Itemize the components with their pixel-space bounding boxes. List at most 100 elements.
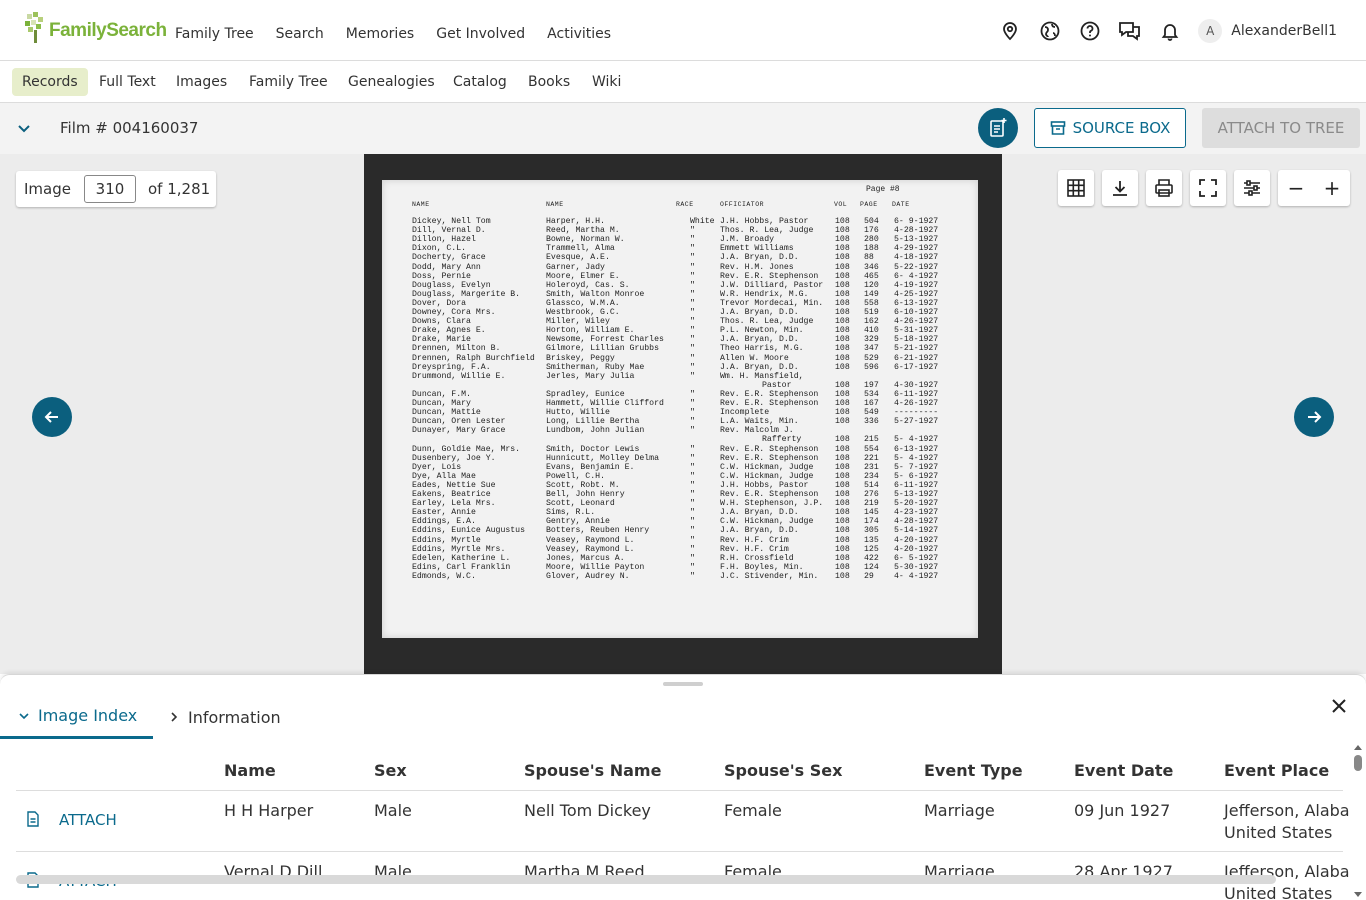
grid-icon (1067, 179, 1085, 197)
adjust-button[interactable] (1234, 170, 1270, 206)
source-box-label: SOURCE BOX (1072, 119, 1171, 137)
record-cell: Hammett, Willie Clifford (546, 399, 664, 408)
close-panel-button[interactable] (1330, 697, 1348, 719)
nav-search[interactable]: Search (276, 26, 324, 42)
chevron-down-icon[interactable] (16, 121, 32, 141)
col-name[interactable]: Name (224, 761, 276, 780)
record-cell: Veasey, Raymond L. (546, 535, 635, 545)
cell-spouse-sex: Female (724, 801, 782, 820)
film-image[interactable]: Page #8 NAME NAME RACE OFFICIATOR VOL PA… (364, 154, 1002, 674)
fullscreen-button[interactable] (1190, 170, 1226, 206)
cell-event-type: Marriage (924, 801, 995, 820)
cell-sex: Male (374, 801, 412, 820)
subnav-images[interactable]: Images (166, 68, 237, 96)
subnav-books[interactable]: Books (518, 68, 580, 96)
globe-icon[interactable] (1030, 11, 1070, 51)
record-cell: 108 (835, 435, 850, 445)
col-sex[interactable]: Sex (374, 761, 407, 780)
record-cell: 108 (835, 490, 850, 499)
record-cell: Eddins, Myrtle (412, 535, 481, 545)
subnav-wiki[interactable]: Wiki (582, 68, 631, 96)
chevron-right-icon (171, 712, 178, 722)
subnav-full-text[interactable]: Full Text (89, 68, 166, 96)
record-cell: Drennen, Milton B. (412, 344, 501, 354)
image-number-input[interactable]: 310 (84, 175, 136, 203)
zoom-out-button[interactable]: − (1288, 176, 1305, 200)
record-cell: 4- 4-1927 (894, 571, 939, 581)
record-row: Dunayer, Mary Grace Lundbom, John Julian "… (382, 426, 978, 435)
record-cell: 108 (835, 535, 850, 545)
subnav-catalog[interactable]: Catalog (443, 68, 517, 96)
chat-icon[interactable] (1110, 11, 1150, 51)
zoom-in-button[interactable]: + (1324, 176, 1341, 200)
horizontal-scrollbar[interactable] (16, 875, 1276, 884)
attach-to-tree-button[interactable]: ATTACH TO TREE (1202, 108, 1360, 148)
familysearch-logo[interactable]: FamilySearch (24, 12, 167, 44)
record-cell: 108 (835, 480, 850, 490)
next-image-button[interactable] (1294, 397, 1334, 437)
nav-memories[interactable]: Memories (346, 26, 414, 42)
film-title: Film # 004160037 (60, 119, 199, 137)
nav-family-tree[interactable]: Family Tree (175, 26, 254, 42)
username[interactable]: AlexanderBell1 (1231, 23, 1337, 39)
cell-event-place-country: United States (1224, 884, 1333, 900)
col-spouse-sex[interactable]: Spouse's Sex (724, 761, 842, 780)
previous-image-button[interactable] (32, 397, 72, 437)
tab-image-index[interactable]: Image Index (0, 695, 154, 739)
nav-activities[interactable]: Activities (547, 26, 611, 42)
record-cell: 145 (864, 508, 879, 518)
record-cell: Jerles, Mary Julia (546, 371, 635, 381)
record-cell: 29 (864, 571, 874, 581)
col-event-place[interactable]: Event Place (1224, 761, 1329, 780)
records-subnav: Records Full Text Images Family Tree Gen… (0, 61, 1366, 103)
record-cell: R.H. Crossfield (720, 553, 794, 563)
record-cell: Evesque, A.E. (546, 253, 610, 263)
record-cell: Rev. E.R. Stephenson (720, 389, 819, 399)
record-cell: 108 (835, 362, 850, 372)
image-viewer[interactable]: Page #8 NAME NAME RACE OFFICIATOR VOL PA… (0, 154, 1366, 674)
record-cell: Rev. E.R. Stephenson (720, 271, 819, 281)
record-cell: " (690, 326, 695, 336)
record-cell: C.W. Hickman, Judge (720, 517, 814, 527)
subnav-family-tree[interactable]: Family Tree (239, 68, 338, 96)
subnav-records[interactable]: Records (12, 68, 88, 96)
record-cell: Smith, Walton Monroe (546, 289, 645, 299)
record-cell: Botters, Reuben Henry (546, 526, 650, 536)
col-event-date[interactable]: Event Date (1074, 761, 1173, 780)
avatar[interactable]: A (1198, 18, 1223, 43)
record-cell: Hutto, Willie (546, 408, 610, 418)
record-cell: " (690, 490, 695, 499)
nav-get-involved[interactable]: Get Involved (436, 26, 525, 42)
tab-information[interactable]: Information (168, 695, 281, 739)
bell-icon[interactable] (1150, 11, 1190, 51)
record-cell: L.A. Waits, Min. (720, 417, 799, 427)
record-cell: Rev. E.R. Stephenson (720, 399, 819, 408)
record-cell: Newsome, Forrest Charles (546, 335, 664, 345)
attach-link[interactable]: ATTACH (59, 811, 117, 829)
add-note-button[interactable] (978, 108, 1018, 148)
panel-resize-handle[interactable] (663, 682, 703, 686)
record-cell: Moore, Willie Payton (546, 562, 645, 572)
col-spouse-name[interactable]: Spouse's Name (524, 761, 661, 780)
grid-view-button[interactable] (1058, 170, 1094, 206)
help-icon[interactable] (1070, 11, 1110, 51)
record-cell: Docherty, Grace (412, 253, 486, 263)
location-pin-icon[interactable] (990, 11, 1030, 51)
source-box-button[interactable]: SOURCE BOX (1034, 108, 1186, 148)
print-button[interactable] (1146, 170, 1182, 206)
table-row: ATTACH H H Harper Male Nell Tom Dickey F… (16, 791, 1350, 852)
record-cell: Allen W. Moore (720, 353, 789, 363)
record-cell: Dunayer, Mary Grace (412, 426, 506, 436)
record-cell: 5-14-1927 (894, 526, 939, 536)
subnav-genealogies[interactable]: Genealogies (338, 68, 445, 96)
scroll-thumb[interactable] (1354, 755, 1362, 771)
record-cell: 108 (835, 335, 850, 345)
record-cell: 280 (864, 235, 879, 245)
image-total: of 1,281 (148, 180, 211, 198)
col-event-type[interactable]: Event Type (924, 761, 1023, 780)
download-button[interactable] (1102, 170, 1138, 206)
cell-name: H H Harper (224, 801, 314, 820)
record-cell: Eddings, E.A. (412, 517, 476, 527)
vertical-scrollbar[interactable] (1351, 743, 1363, 899)
record-cell: 108 (835, 462, 850, 472)
